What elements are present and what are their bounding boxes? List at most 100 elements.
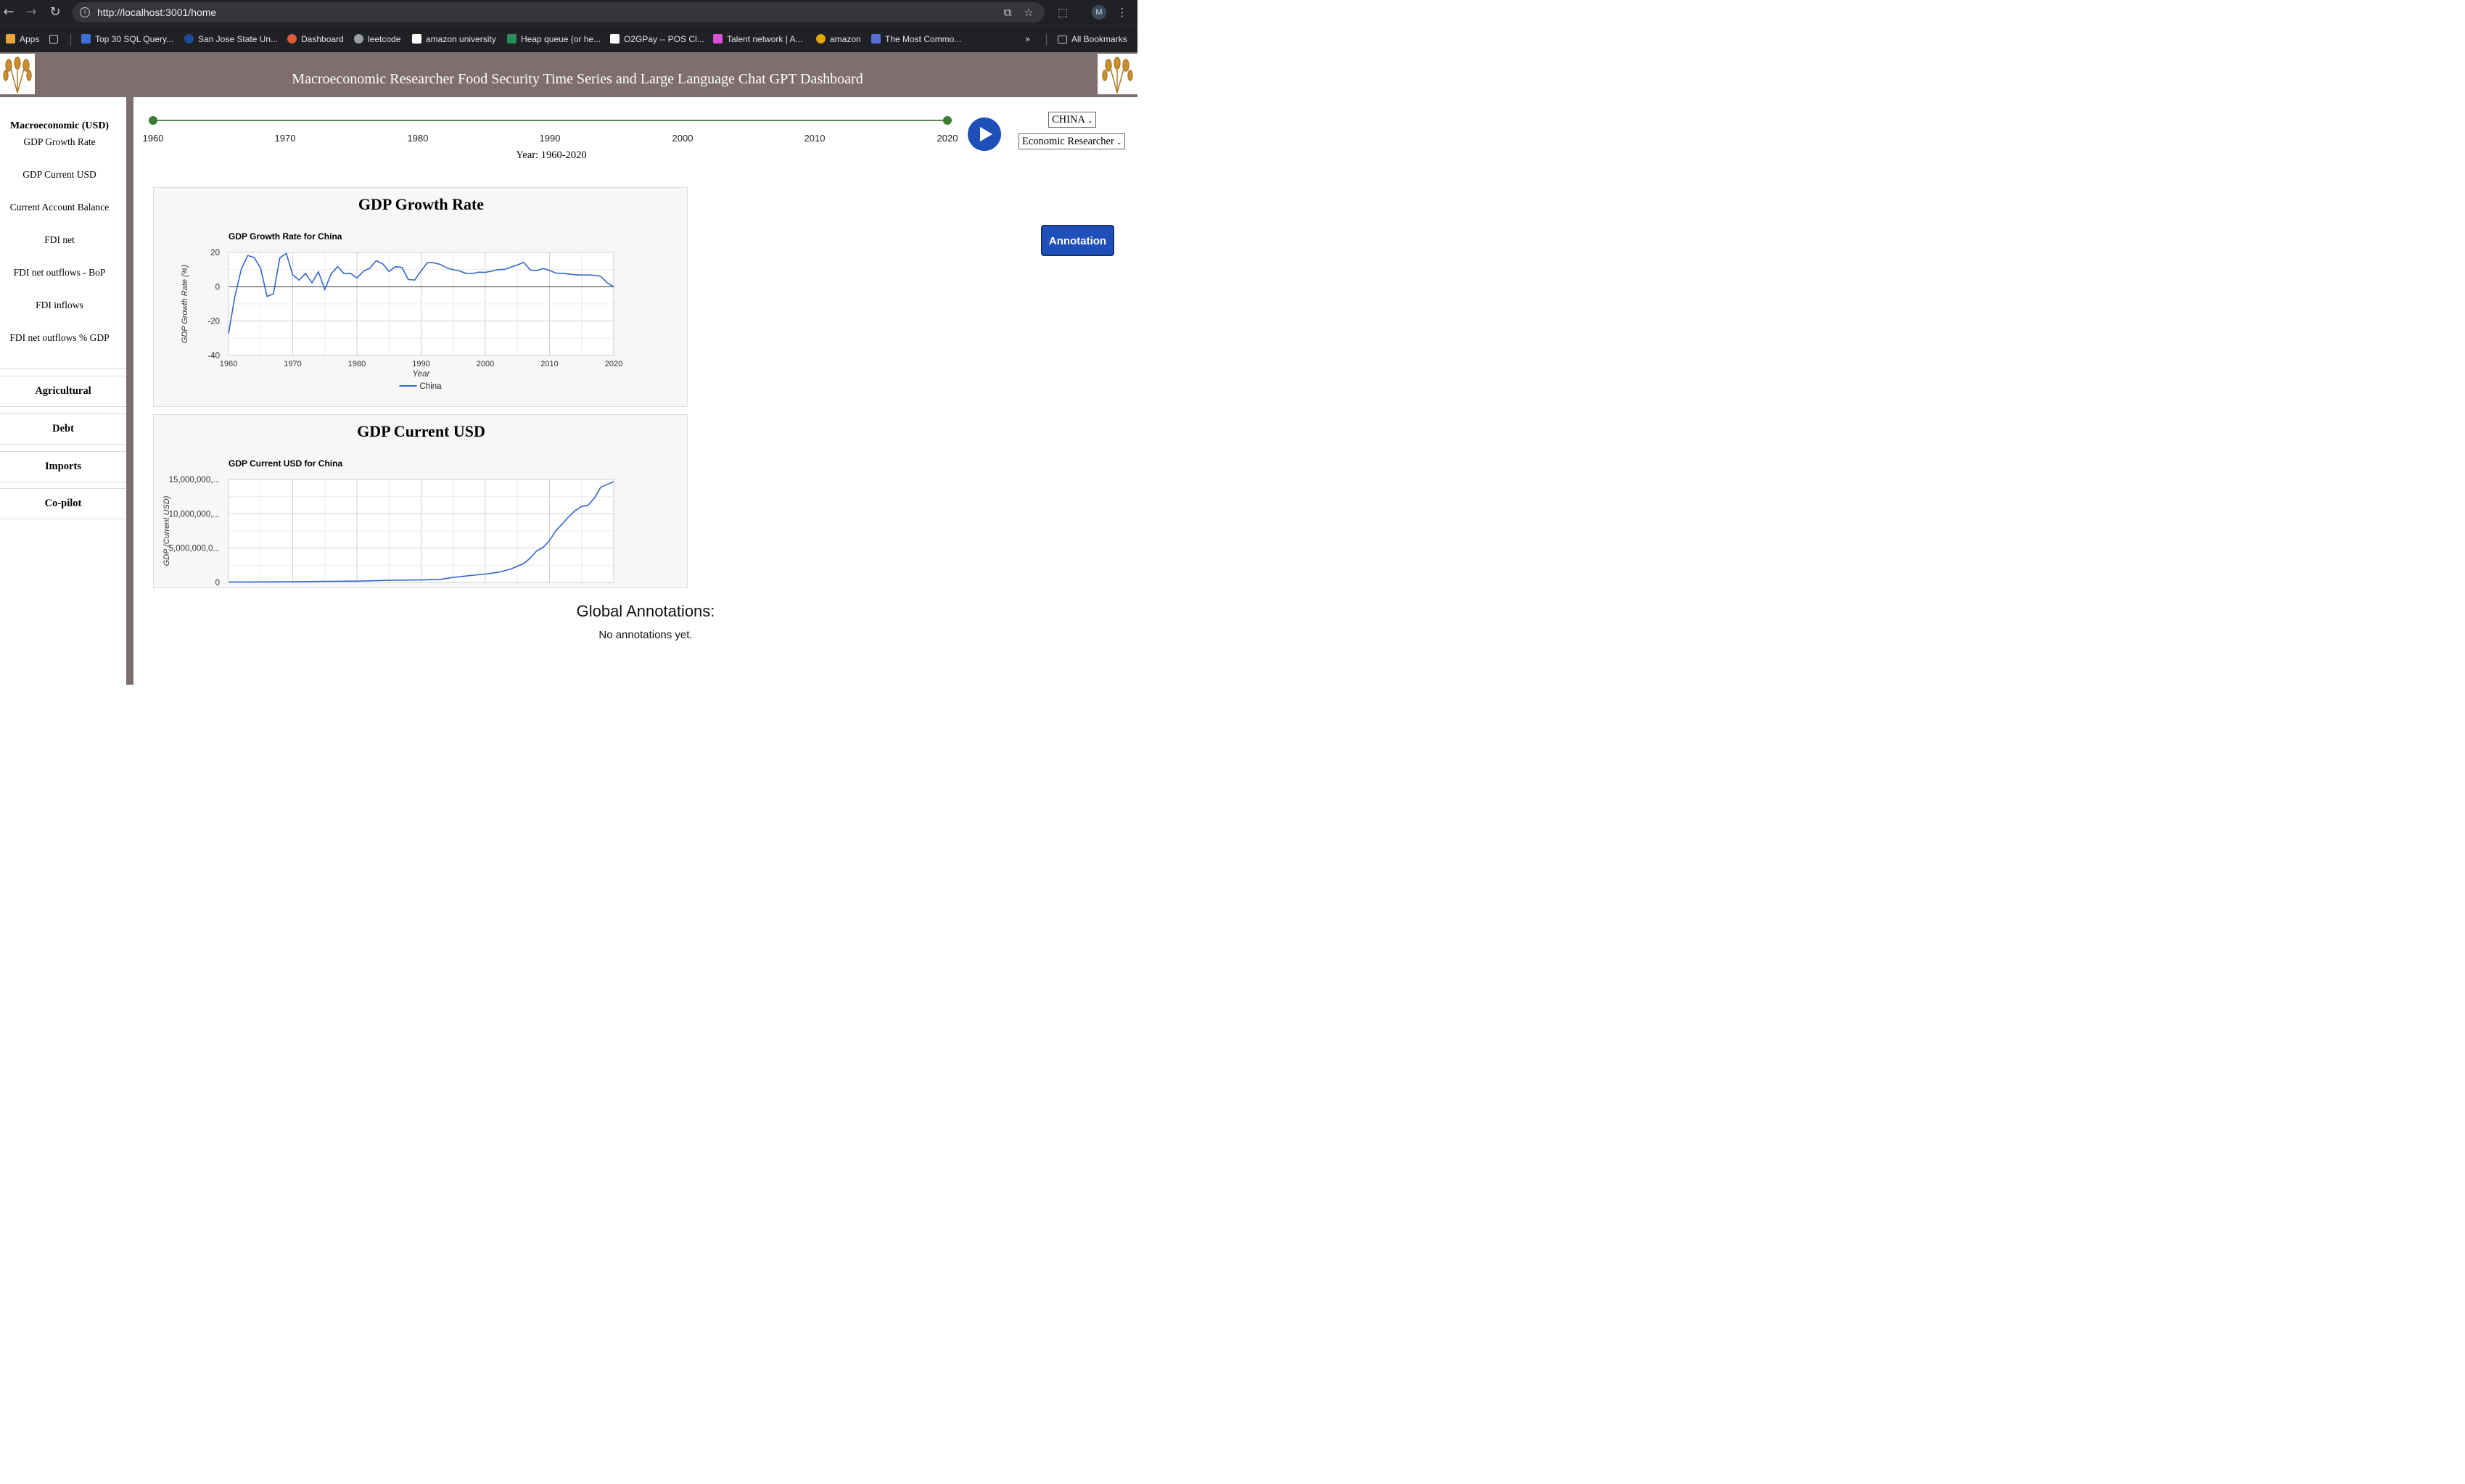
bookmark-item[interactable]: amazon university: [412, 33, 496, 45]
y-tick-label: 5,000,000,0...: [169, 545, 220, 553]
forward-icon[interactable]: →: [23, 4, 39, 20]
country-select[interactable]: CHINA ⌄: [1048, 112, 1097, 128]
x-tick-label: 2000: [477, 587, 494, 588]
bookmark-favicon-icon: [713, 34, 723, 44]
all-bookmarks-button[interactable]: All Bookmarks: [1058, 33, 1127, 45]
wheat-logo-right: [1098, 54, 1137, 94]
more-bookmarks-icon[interactable]: »: [1025, 33, 1030, 45]
bookmark-separator: [1046, 34, 1047, 46]
bookmark-item[interactable]: Top 30 SQL Query...: [81, 33, 173, 45]
bookmark-item[interactable]: The Most Commo...: [871, 33, 961, 45]
y-tick-label: 0: [215, 579, 220, 588]
site-info-icon[interactable]: i: [80, 7, 90, 17]
bookmark-favicon-icon: [184, 34, 194, 44]
x-tick-label: 1980: [348, 360, 366, 368]
x-tick-label: 2010: [540, 360, 558, 368]
profile-avatar[interactable]: M: [1092, 5, 1106, 20]
bookmark-favicon-icon: [412, 34, 421, 44]
address-bar[interactable]: i http://localhost:3001/home: [73, 2, 1045, 22]
x-tick-label: 1960: [220, 360, 237, 368]
y-tick-label: 0: [215, 283, 220, 292]
year-range-label: Year: 1960-2020: [516, 149, 587, 161]
apps-grid-icon: [6, 34, 15, 44]
timeline-tick: 1980: [407, 133, 429, 144]
app-header: Macroeconomic Researcher Food Security T…: [0, 52, 1137, 97]
extensions-icon[interactable]: ⬚: [1056, 6, 1069, 19]
sidebar-item-gdp-current-usd[interactable]: GDP Current USD: [0, 169, 119, 181]
timeline-tick: 2010: [804, 133, 826, 144]
x-tick-label: 1970: [284, 587, 301, 588]
timeline-tick: 1960: [142, 133, 164, 144]
x-tick-label: 1990: [412, 360, 429, 368]
timeline-tick: 1970: [274, 133, 296, 144]
menu-kebab-icon[interactable]: ⋮: [1116, 6, 1129, 19]
bookmark-item[interactable]: San Jose State Un...: [184, 33, 278, 45]
year-range-end-handle[interactable]: [943, 116, 952, 125]
sidebar-heading-macroeconomic[interactable]: Macroeconomic (USD): [0, 120, 119, 132]
global-annotations-empty: No annotations yet.: [598, 629, 693, 641]
x-tick-label: 2020: [605, 587, 622, 588]
x-axis-label: Year: [413, 370, 431, 379]
browser-toolbar: ← → ↻ i http://localhost:3001/home ⧉ ☆ ⬚…: [0, 0, 1137, 25]
bookmark-apps[interactable]: Apps: [6, 33, 39, 45]
chart-title: GDP Current USD for China: [229, 458, 342, 469]
bookmark-item[interactable]: Dashboard: [287, 33, 344, 45]
chevron-down-icon: ⌄: [1087, 118, 1093, 125]
y-tick-label: 20: [210, 249, 220, 257]
x-tick-label: 1960: [220, 587, 237, 588]
sidebar: Macroeconomic (USD) GDP Growth Rate GDP …: [0, 97, 126, 685]
y-tick-label: -20: [207, 318, 220, 326]
bookmark-star-icon[interactable]: ☆: [1022, 6, 1035, 19]
legend-label: China: [420, 382, 443, 391]
bookmark-item[interactable]: Talent network | A...: [713, 33, 803, 45]
sidebar-item-fdi-net-outflows-gdp[interactable]: FDI net outflows % GDP: [0, 332, 119, 344]
play-icon: [980, 127, 992, 141]
y-tick-label: -40: [207, 352, 220, 360]
bookmarks-bar: Apps Top 30 SQL Query... San Jose State …: [0, 25, 1137, 53]
year-range-start-handle[interactable]: [149, 116, 157, 125]
year-range-slider-track[interactable]: [152, 120, 947, 121]
bookmark-item[interactable]: leetcode: [354, 33, 400, 45]
back-icon[interactable]: ←: [1, 4, 17, 20]
sidebar-item-current-account-balance[interactable]: Current Account Balance: [0, 202, 119, 213]
bookmark-favicon-icon: [610, 34, 620, 44]
install-icon[interactable]: ⧉: [1001, 6, 1014, 19]
bookmark-favicon-icon: [81, 34, 91, 44]
sidebar-item-gdp-growth-rate[interactable]: GDP Growth Rate: [0, 136, 119, 148]
sidebar-item-fdi-inflows[interactable]: FDI inflows: [0, 300, 119, 311]
sidebar-section-imports[interactable]: Imports: [0, 451, 126, 482]
tab-groups-icon[interactable]: [49, 33, 62, 45]
bookmark-favicon-icon: [816, 34, 826, 44]
bookmark-item[interactable]: Heap queue (or he...: [507, 33, 601, 45]
bookmark-favicon-icon: [354, 34, 363, 44]
sidebar-section-debt[interactable]: Debt: [0, 413, 126, 445]
y-tick-label: 10,000,000,...: [169, 510, 220, 519]
annotation-button[interactable]: Annotation: [1041, 225, 1114, 256]
gdp-growth-rate-chart: GDP Growth Rate for China 1960 1970 1980 199…: [181, 231, 622, 391]
timeline-tick: 1990: [539, 133, 561, 144]
y-tick-label: 15,000,000,...: [169, 476, 220, 485]
x-tick-label: 1970: [284, 360, 301, 368]
url-text: http://localhost:3001/home: [97, 7, 217, 18]
bookmark-item[interactable]: O2GPay -- POS Cl...: [610, 33, 704, 45]
sidebar-section-agricultural[interactable]: Agricultural: [0, 376, 126, 407]
bookmark-separator: [70, 34, 71, 46]
x-tick-label: 2010: [540, 587, 558, 588]
sidebar-section-co-pilot[interactable]: Co-pilot: [0, 488, 126, 519]
play-button[interactable]: [968, 118, 1001, 151]
timeline-tick: 2000: [672, 133, 694, 144]
x-tick-label: 2000: [477, 360, 494, 368]
sidebar-item-fdi-net-outflows-bop[interactable]: FDI net outflows - BoP: [0, 267, 119, 279]
gdp-current-usd-chart: GDP Current USD for China 1960 1970 1980 199…: [162, 458, 622, 588]
global-annotations-title: Global Annotations:: [576, 602, 715, 620]
x-tick-label: 1990: [412, 587, 429, 588]
sidebar-item-fdi-net[interactable]: FDI net: [0, 234, 119, 246]
bookmark-favicon-icon: [287, 34, 297, 44]
bookmark-favicon-icon: [871, 34, 881, 44]
bookmark-item[interactable]: amazon: [816, 33, 861, 45]
reload-icon[interactable]: ↻: [47, 4, 63, 20]
role-select[interactable]: Economic Researcher ⌄: [1018, 133, 1126, 149]
chart-title: GDP Growth Rate for China: [229, 231, 342, 242]
x-tick-label: 1980: [348, 587, 366, 588]
chart-card-gdp-growth-rate: GDP Growth Rate GDP Growth Rate for Chin…: [153, 187, 688, 407]
